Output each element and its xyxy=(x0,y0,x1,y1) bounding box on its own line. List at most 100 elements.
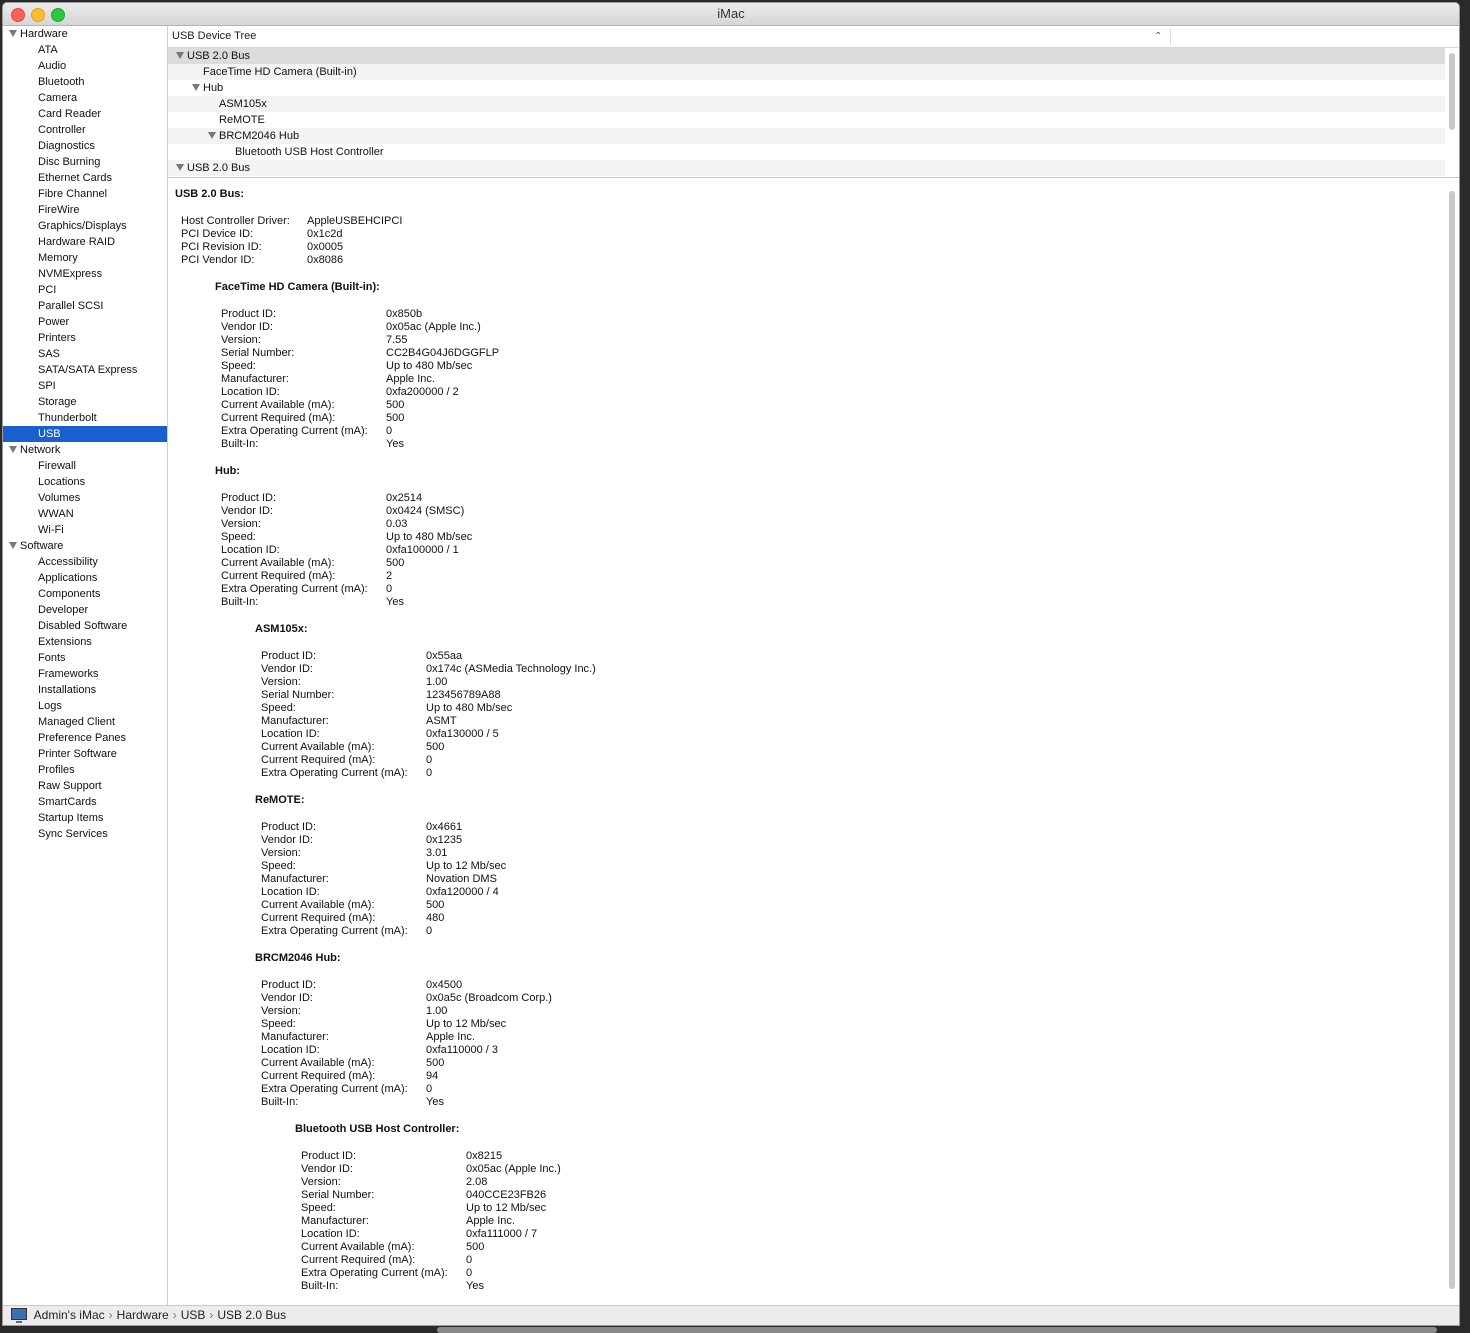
sidebar-item-extensions[interactable]: Extensions xyxy=(3,634,167,650)
sidebar-item-installations[interactable]: Installations xyxy=(3,682,167,698)
sidebar-item-wi-fi[interactable]: Wi-Fi xyxy=(3,522,167,538)
breadcrumb-item[interactable]: USB 2.0 Bus xyxy=(217,1308,286,1322)
sidebar-item-wwan[interactable]: WWAN xyxy=(3,506,167,522)
property-row: Speed: Up to 12 Mb/sec xyxy=(261,1018,552,1031)
sidebar-item-card-reader[interactable]: Card Reader xyxy=(3,106,167,122)
sidebar-item-hardware-raid[interactable]: Hardware RAID xyxy=(3,234,167,250)
breadcrumb-item[interactable]: Admin's iMac xyxy=(34,1308,105,1322)
property-row: Host Controller Driver: AppleUSBEHCIPCI xyxy=(181,215,402,228)
sidebar-group-network[interactable]: Network xyxy=(3,442,167,458)
sidebar-item-raw-support[interactable]: Raw Support xyxy=(3,778,167,794)
sidebar-item-logs[interactable]: Logs xyxy=(3,698,167,714)
sidebar-item-developer[interactable]: Developer xyxy=(3,602,167,618)
tree-row-label: USB 2.0 Bus xyxy=(187,162,250,174)
tree-scrollbar[interactable] xyxy=(1449,53,1455,130)
minimize-window-button[interactable] xyxy=(31,8,45,22)
sidebar-item-sas[interactable]: SAS xyxy=(3,346,167,362)
sidebar-item-graphics-displays[interactable]: Graphics/Displays xyxy=(3,218,167,234)
sidebar-item-volumes[interactable]: Volumes xyxy=(3,490,167,506)
tree-row-label: USB 2.0 Bus xyxy=(187,50,250,62)
property-value: Up to 12 Mb/sec xyxy=(426,860,507,872)
property-value: 0x0005 xyxy=(307,241,344,253)
detail-scrollbar[interactable] xyxy=(1449,191,1455,1289)
sidebar-item-power[interactable]: Power xyxy=(3,314,167,330)
property-row: PCI Vendor ID: 0x8086 xyxy=(181,254,402,267)
sidebar-item-thunderbolt[interactable]: Thunderbolt xyxy=(3,410,167,426)
sidebar-item-nvmexpress[interactable]: NVMExpress xyxy=(3,266,167,282)
sidebar-item-audio[interactable]: Audio xyxy=(3,58,167,74)
sidebar-item-disc-burning[interactable]: Disc Burning xyxy=(3,154,167,170)
property-key: Current Required (mA): xyxy=(221,412,336,424)
sidebar-item-pci[interactable]: PCI xyxy=(3,282,167,298)
sidebar-item-firewall[interactable]: Firewall xyxy=(3,458,167,474)
sort-chevron-up-icon[interactable]: ⌃ xyxy=(1154,26,1162,47)
disclosure-triangle-icon[interactable] xyxy=(9,446,17,453)
sidebar-item-spi[interactable]: SPI xyxy=(3,378,167,394)
property-row: Vendor ID: 0x0424 (SMSC) xyxy=(221,505,472,518)
disclosure-triangle-icon[interactable] xyxy=(208,132,216,139)
horizontal-scrollbar[interactable] xyxy=(437,1327,1437,1333)
property-row: Version: 7.55 xyxy=(221,334,499,347)
tree-row[interactable]: Hub xyxy=(168,80,1445,96)
sidebar-group-hardware[interactable]: Hardware xyxy=(3,26,167,42)
property-key: Vendor ID: xyxy=(221,505,273,517)
sidebar-item-sata-sata-express[interactable]: SATA/SATA Express xyxy=(3,362,167,378)
sidebar-item-sync-services[interactable]: Sync Services xyxy=(3,826,167,842)
sidebar-item-preference-panes[interactable]: Preference Panes xyxy=(3,730,167,746)
sidebar-item-disabled-software[interactable]: Disabled Software xyxy=(3,618,167,634)
property-key: Current Available (mA): xyxy=(221,557,335,569)
tree-column-header[interactable]: USB Device Tree ⌃ xyxy=(168,26,1459,48)
sidebar-item-components[interactable]: Components xyxy=(3,586,167,602)
tree-row[interactable]: USB 2.0 Bus xyxy=(168,48,1445,64)
sidebar-item-startup-items[interactable]: Startup Items xyxy=(3,810,167,826)
property-row: PCI Revision ID: 0x0005 xyxy=(181,241,402,254)
sidebar-item-accessibility[interactable]: Accessibility xyxy=(3,554,167,570)
sidebar-item-fonts[interactable]: Fonts xyxy=(3,650,167,666)
sidebar-item-locations[interactable]: Locations xyxy=(3,474,167,490)
tree-row[interactable]: ASM105x xyxy=(168,96,1445,112)
tree-row[interactable]: Bluetooth USB Host Controller xyxy=(168,144,1445,160)
close-window-button[interactable] xyxy=(11,8,25,22)
sidebar-item-printer-software[interactable]: Printer Software xyxy=(3,746,167,762)
sidebar-item-ata[interactable]: ATA xyxy=(3,42,167,58)
sidebar-item-diagnostics[interactable]: Diagnostics xyxy=(3,138,167,154)
sidebar-item-usb[interactable]: USB xyxy=(3,426,167,442)
sidebar-item-profiles[interactable]: Profiles xyxy=(3,762,167,778)
sidebar-item-printers[interactable]: Printers xyxy=(3,330,167,346)
sidebar-item-applications[interactable]: Applications xyxy=(3,570,167,586)
title-bar[interactable]: iMac xyxy=(3,3,1459,26)
sidebar-item-ethernet-cards[interactable]: Ethernet Cards xyxy=(3,170,167,186)
tree-row[interactable]: FaceTime HD Camera (Built-in) xyxy=(168,64,1445,80)
disclosure-triangle-icon[interactable] xyxy=(176,164,184,171)
property-key: Manufacturer: xyxy=(301,1215,369,1227)
disclosure-triangle-icon[interactable] xyxy=(9,30,17,37)
sidebar-item-firewire[interactable]: FireWire xyxy=(3,202,167,218)
property-key: Current Required (mA): xyxy=(261,912,376,924)
sidebar-item-fibre-channel[interactable]: Fibre Channel xyxy=(3,186,167,202)
sidebar-item-smartcards[interactable]: SmartCards xyxy=(3,794,167,810)
sidebar-item-memory[interactable]: Memory xyxy=(3,250,167,266)
sidebar-item-storage[interactable]: Storage xyxy=(3,394,167,410)
property-row: Current Available (mA): 500 xyxy=(261,741,596,754)
property-key: Location ID: xyxy=(301,1228,360,1240)
sidebar-group-software[interactable]: Software xyxy=(3,538,167,554)
tree-row[interactable]: ReMOTE xyxy=(168,112,1445,128)
sidebar-item-frameworks[interactable]: Frameworks xyxy=(3,666,167,682)
property-value: Up to 480 Mb/sec xyxy=(386,531,473,543)
tree-row[interactable]: BRCM2046 Hub xyxy=(168,128,1445,144)
sidebar-item-bluetooth[interactable]: Bluetooth xyxy=(3,74,167,90)
sidebar-item-managed-client[interactable]: Managed Client xyxy=(3,714,167,730)
breadcrumb-item[interactable]: USB xyxy=(181,1308,206,1322)
zoom-window-button[interactable] xyxy=(51,8,65,22)
breadcrumb-item[interactable]: Hardware xyxy=(117,1308,169,1322)
disclosure-triangle-icon[interactable] xyxy=(192,84,200,91)
sidebar-item-camera[interactable]: Camera xyxy=(3,90,167,106)
sidebar-item-controller[interactable]: Controller xyxy=(3,122,167,138)
property-value: 1.00 xyxy=(426,1005,448,1017)
property-key: Current Available (mA): xyxy=(261,899,375,911)
disclosure-triangle-icon[interactable] xyxy=(176,52,184,59)
tree-row[interactable]: USB 2.0 Bus xyxy=(168,160,1445,176)
sidebar-item-parallel-scsi[interactable]: Parallel SCSI xyxy=(3,298,167,314)
disclosure-triangle-icon[interactable] xyxy=(9,542,17,549)
property-key: Extra Operating Current (mA): xyxy=(301,1267,448,1279)
